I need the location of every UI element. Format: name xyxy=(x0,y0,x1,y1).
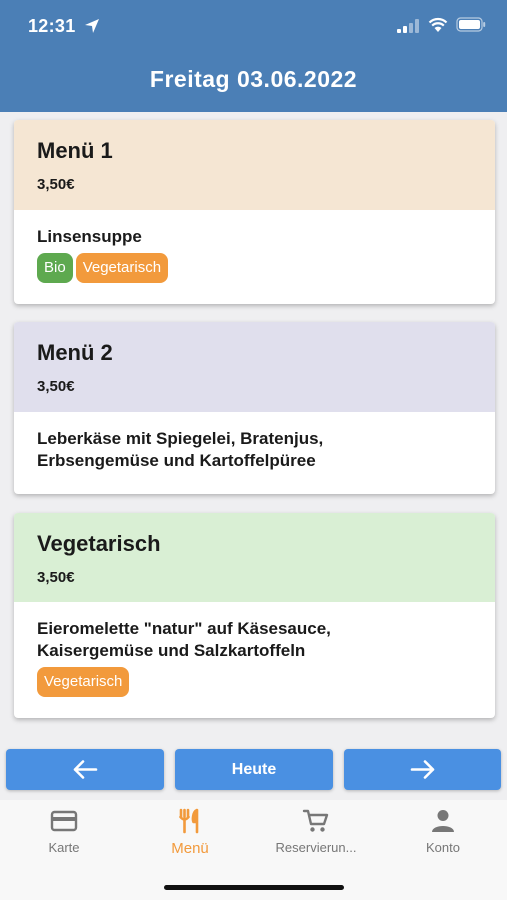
page-title: Freitag 03.06.2022 xyxy=(149,66,358,92)
cellular-signal-icon xyxy=(397,19,419,33)
status-time: 12:31 xyxy=(28,16,76,36)
tab-label: Konto xyxy=(426,840,460,855)
menu-name: Menü 1 xyxy=(37,138,113,163)
menu-description-line: Kaisergemüse und Salzkartoffeln xyxy=(37,641,306,660)
menu-description-line: Eieromelette "natur" auf Käsesauce, xyxy=(37,619,331,638)
wifi-icon xyxy=(428,17,448,32)
tab-konto[interactable]: Konto xyxy=(380,808,506,855)
menu-price: 3,50€ xyxy=(37,176,75,193)
tag-list: Vegetarisch xyxy=(37,667,472,697)
menu-card-header: Vegetarisch 3,50€ xyxy=(14,513,495,602)
tab-label: Menü xyxy=(171,840,209,857)
menu-price: 3,50€ xyxy=(37,378,75,395)
menu-description-line: Erbsengemüse und Kartoffelpüree xyxy=(37,451,316,470)
menu-card-header: Menü 1 3,50€ xyxy=(14,120,495,210)
previous-day-button[interactable] xyxy=(6,749,164,790)
arrow-left-icon xyxy=(73,760,98,779)
menu-name: Menü 2 xyxy=(37,340,113,365)
menu-card-header: Menü 2 3,50€ xyxy=(14,322,495,412)
person-icon xyxy=(432,810,454,832)
tab-menu[interactable]: Menü xyxy=(127,808,253,857)
status-bar: 12:31 xyxy=(0,0,507,52)
tab-label: Reservierun... xyxy=(275,840,357,855)
menu-price: 3,50€ xyxy=(37,569,75,586)
menu-card[interactable]: Vegetarisch 3,50€ Eieromelette "natur" a… xyxy=(14,513,495,718)
tag-vegetarisch: Vegetarisch xyxy=(75,253,169,283)
home-indicator xyxy=(164,885,344,890)
arrow-right-icon xyxy=(410,760,435,779)
menu-card-body: Eieromelette "natur" auf Käsesauce, Kais… xyxy=(14,602,495,697)
menu-card-body: Leberkäse mit Spiegelei, Bratenjus, Erbs… xyxy=(14,412,495,472)
tab-label: Karte xyxy=(48,840,80,855)
cart-icon xyxy=(302,809,329,832)
tag-list: Bio Vegetarisch xyxy=(37,253,472,283)
fork-knife-icon xyxy=(179,808,199,834)
menu-description-line: Leberkäse mit Spiegelei, Bratenjus, xyxy=(37,429,324,448)
menu-card-body: Linsensuppe Bio Vegetarisch xyxy=(14,210,495,283)
tag-vegetarisch: Vegetarisch xyxy=(37,667,130,697)
battery-icon xyxy=(456,17,486,32)
menu-card[interactable]: Menü 1 3,50€ Linsensuppe Bio Vegetarisch xyxy=(14,120,495,304)
credit-card-icon xyxy=(50,810,78,832)
tab-reservierungen[interactable]: Reservierun... xyxy=(253,808,379,855)
menu-card[interactable]: Menü 2 3,50€ Leberkäse mit Spiegelei, Br… xyxy=(14,322,495,494)
next-day-button[interactable] xyxy=(344,749,501,790)
menu-name: Vegetarisch xyxy=(37,531,161,556)
tag-bio: Bio xyxy=(37,253,73,283)
today-button[interactable]: Heute xyxy=(175,749,333,790)
location-arrow-icon xyxy=(85,19,99,33)
app-header: 12:31 Freitag 03.06.2022 xyxy=(0,0,507,112)
tab-karte[interactable]: Karte xyxy=(1,808,127,855)
menu-description: Linsensuppe xyxy=(37,227,142,246)
